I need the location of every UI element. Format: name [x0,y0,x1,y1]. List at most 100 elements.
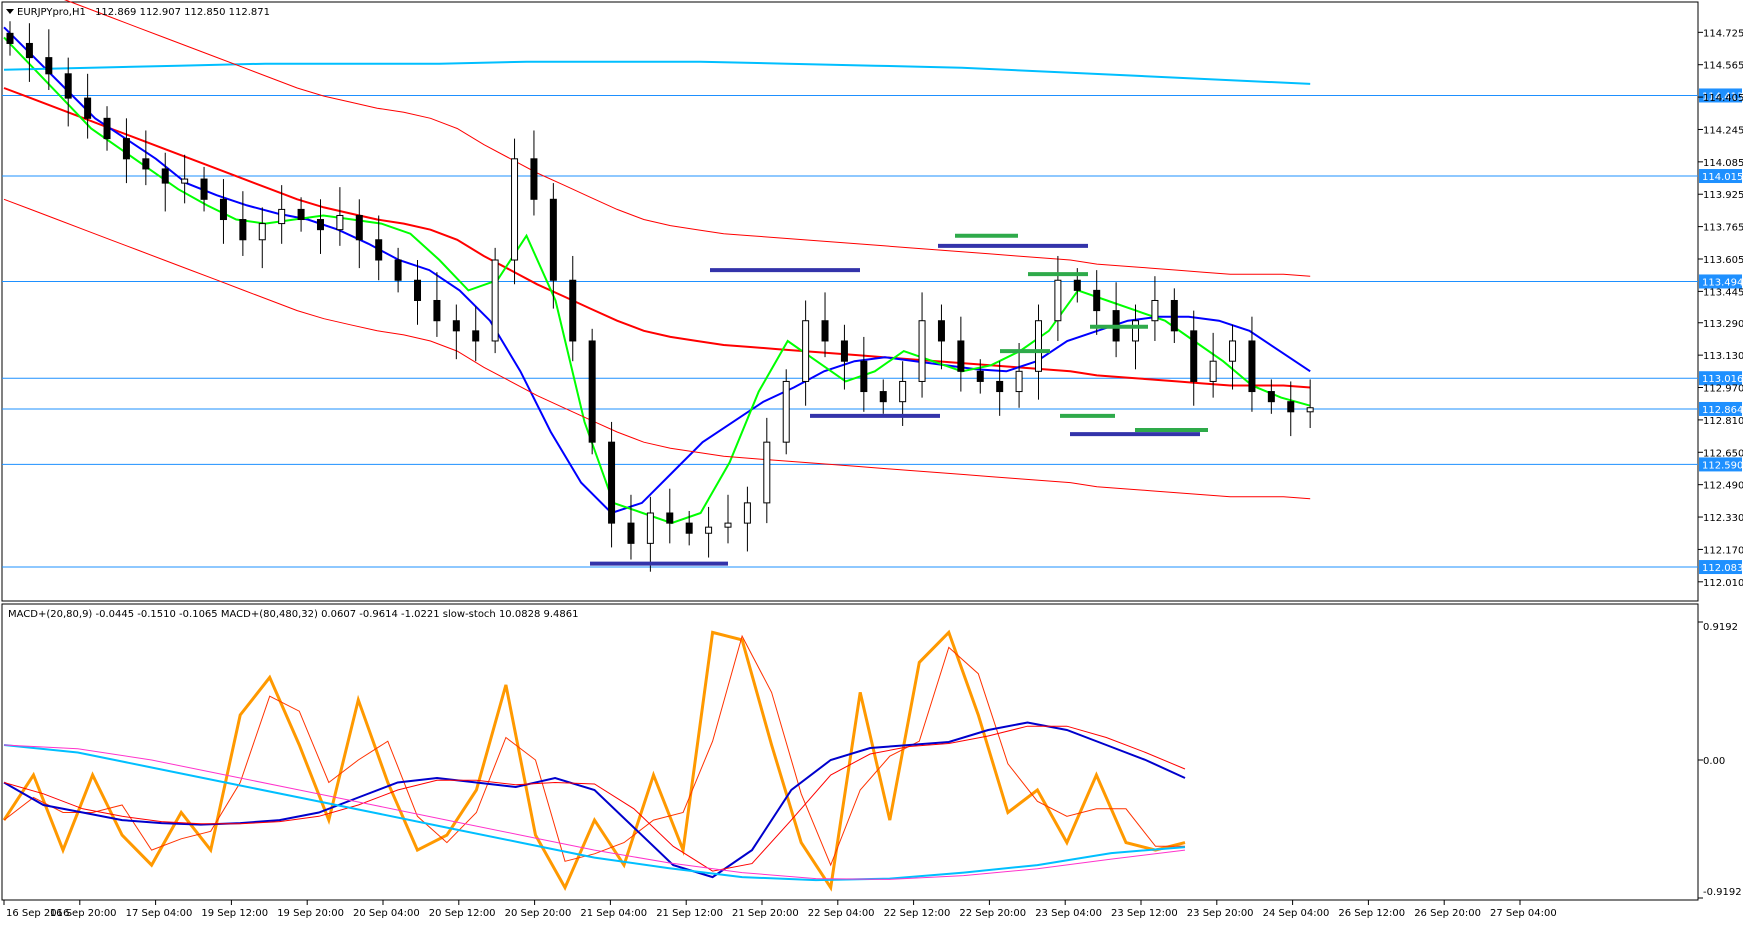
candle-bear [1093,289,1101,312]
price-axis-label: 113.445 [1703,287,1743,298]
time-axis-label: 26 Sep 20:00 [1414,908,1481,919]
price-axis-label: 113.765 [1703,223,1743,234]
candle-bear [1267,391,1275,403]
candle-bear [219,198,227,221]
candle-bull [782,380,790,443]
candle-bull [918,320,926,382]
chart-window: 114.413 114.015 113.494 113.016 112.864 112.5… [0,0,1743,922]
candle-bear [860,360,868,393]
time-axis-label: 22 Sep 12:00 [884,908,951,919]
candle-bull [743,502,751,524]
candle-bear [433,299,441,322]
time-axis-label: 27 Sep 04:00 [1490,908,1557,919]
price-pane [1,1,1699,602]
price-level-label: 112.590 [1702,460,1743,471]
price-axis-label: 113.130 [1703,351,1743,362]
time-axis-label: 20 Sep 20:00 [505,908,572,919]
time-axis-label: 20 Sep 12:00 [429,908,496,919]
indicator-header: MACD+(20,80,9) -0.0445 -0.1510 -0.1065 M… [8,609,578,620]
price-axis-label: 114.565 [1703,61,1743,72]
candle-bull [763,441,771,504]
time-axis-label: 22 Sep 04:00 [808,908,875,919]
price-level-label: 114.015 [1702,172,1743,183]
candle-bear [549,198,557,281]
candle-bull [1306,407,1314,413]
candle-bear [394,259,402,281]
time-axis-label: 21 Sep 20:00 [732,908,799,919]
time-axis-label: 22 Sep 20:00 [959,908,1026,919]
candle-bear [1170,299,1178,332]
candle-bull [1209,360,1217,382]
candle-bear [142,158,150,170]
candle-bear [452,320,460,332]
time-axis-label: 26 Sep 12:00 [1338,908,1405,919]
candle-bear [569,279,577,342]
time-axis-label: 17 Sep 04:00 [126,908,193,919]
price-axis-label: 112.170 [1703,545,1743,556]
time-axis-label: 16 Sep 20:00 [50,908,117,919]
candle-bear [6,32,14,44]
candle-bear [840,340,848,362]
candle-bull [1054,279,1062,322]
candle-bear [84,97,92,119]
candle-bear [821,320,829,342]
candle-bear [64,73,72,99]
candle-bull [1151,299,1159,322]
price-axis-label: 112.010 [1703,578,1743,589]
time-axis-label: 19 Sep 12:00 [201,908,268,919]
candle-bull [278,208,286,225]
candle-bear [976,370,984,382]
candle-bear [1073,279,1081,291]
indicator-axis-label: -0.9192 [1703,887,1742,898]
candle-bear [1190,330,1198,382]
indicator-axis-label: 0.9192 [1703,622,1738,633]
price-axis-label: 113.290 [1703,319,1743,330]
candle-bear [316,219,324,231]
candle-bull [1132,320,1140,342]
price-axis-label: 112.810 [1703,416,1743,427]
candle-bear [685,522,693,534]
candle-bull [1034,320,1042,372]
candle-bear [161,168,169,184]
price-axis-label: 114.725 [1703,28,1743,39]
candle-bull [1015,370,1023,393]
candle-bear [200,178,208,200]
candle-bear [25,42,33,59]
candle-bull [258,223,266,241]
candle-bear [937,320,945,342]
candle-bear [588,340,596,443]
candle-bull [705,526,713,534]
price-axis-label: 114.405 [1703,93,1743,104]
time-axis-label: 24 Sep 04:00 [1263,908,1330,919]
price-level-label: 112.864 [1702,405,1743,416]
candle-bull [1229,340,1237,362]
time-axis-label: 21 Sep 12:00 [656,908,723,919]
chart-canvas: 114.413114.015113.494113.016112.864112.5… [0,0,1743,922]
time-axis-label: 23 Sep 20:00 [1187,908,1254,919]
candle-bear [414,279,422,301]
candle-bear [297,208,305,221]
candle-bear [472,330,480,342]
candle-bear [879,391,887,403]
price-axis-label: 113.925 [1703,190,1743,201]
candle-bear [957,340,965,372]
candle-bear [530,158,538,200]
price-axis-label: 112.970 [1703,384,1743,395]
time-axis-label: 23 Sep 04:00 [1035,908,1102,919]
candle-bull [802,320,810,382]
candle-bull [724,522,732,528]
symbol-header: EURJPYpro,H1 112.869 112.907 112.850 112… [17,7,270,18]
candle-bull [511,158,519,261]
candle-bear [996,380,1004,393]
price-axis-label: 112.330 [1703,513,1743,524]
candle-bear [666,512,674,524]
candle-bear [122,138,130,160]
candle-bull [899,380,907,403]
candle-bear [608,441,616,524]
candle-bull [181,178,189,184]
time-axis-label: 20 Sep 04:00 [353,908,420,919]
candle-bull [336,214,344,231]
time-axis-label: 19 Sep 20:00 [277,908,344,919]
price-axis-label: 114.245 [1703,125,1743,136]
price-axis-label: 113.605 [1703,255,1743,266]
